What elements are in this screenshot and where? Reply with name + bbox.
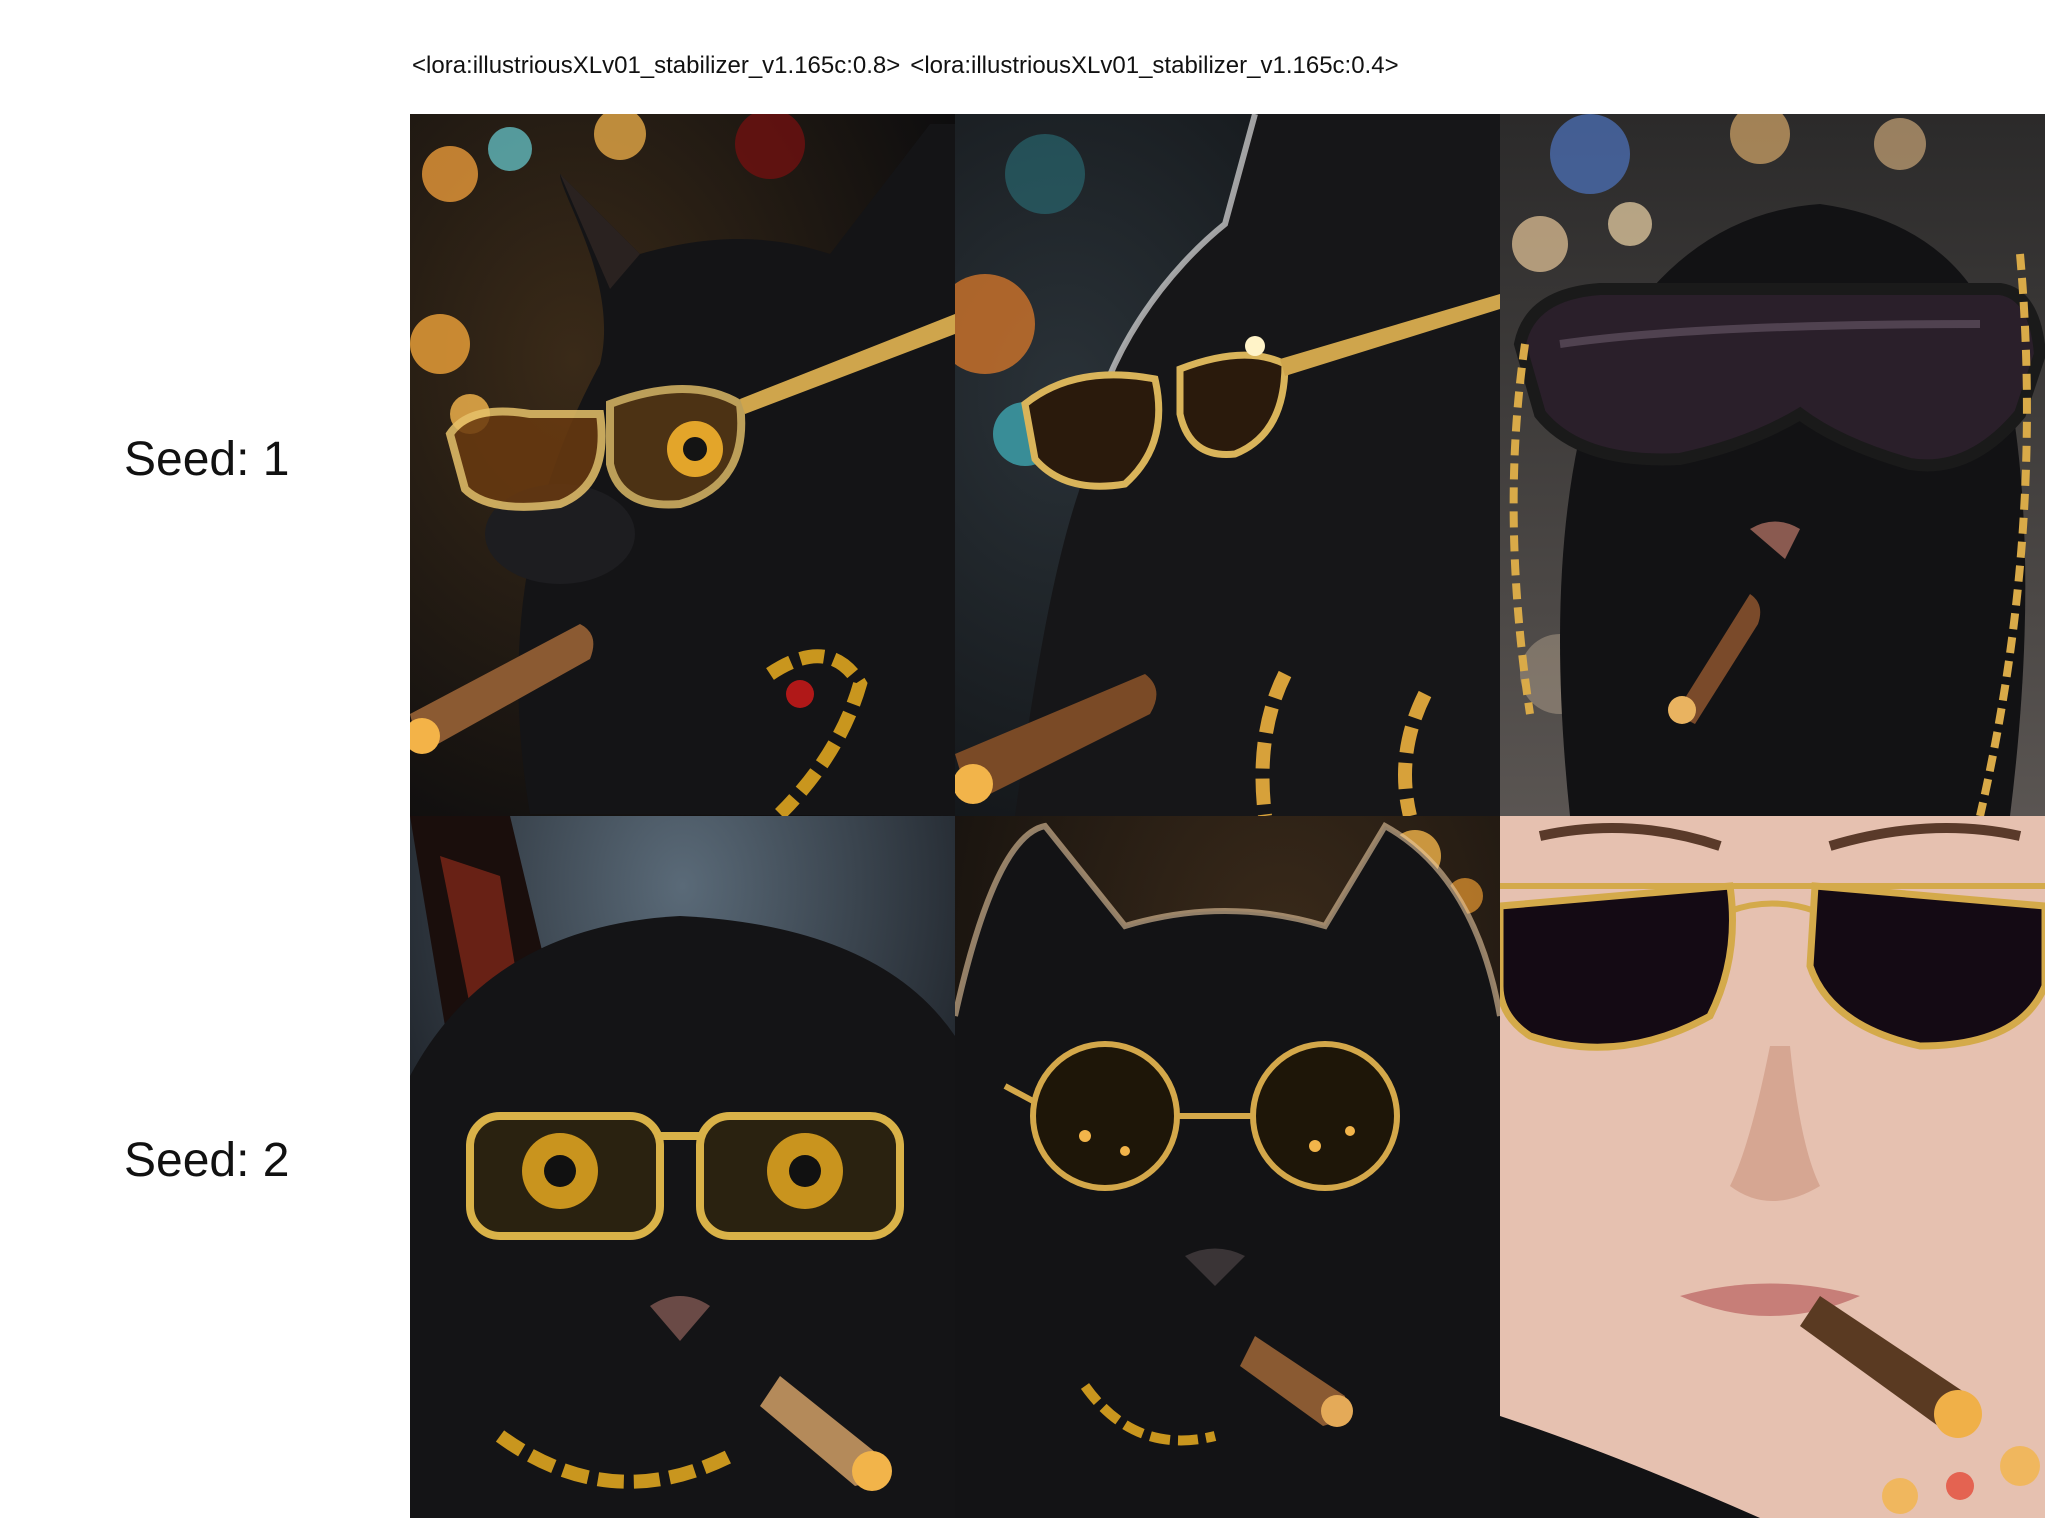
image-cell-seed-2-col-2 [955,816,1500,1518]
image-cell-seed-1-col-1 [410,114,955,816]
image-cell-seed-1-col-2 [955,114,1500,816]
row-label-seed-1: Seed: 1 [124,433,290,486]
column-header-2: <lora:illustriousXLv01_stabilizer_v1.165… [910,52,1399,79]
image-cell-seed-1-col-3 [1500,114,2045,816]
row-label-seed-2: Seed: 2 [124,1134,290,1187]
column-header-1: <lora:illustriousXLv01_stabilizer_v1.165… [412,52,901,79]
column-headers: <lora:illustriousXLv01_stabilizer_v1.165… [412,52,1409,80]
image-cell-seed-2-col-3 [1500,816,2045,1518]
image-cell-seed-2-col-1 [410,816,955,1518]
